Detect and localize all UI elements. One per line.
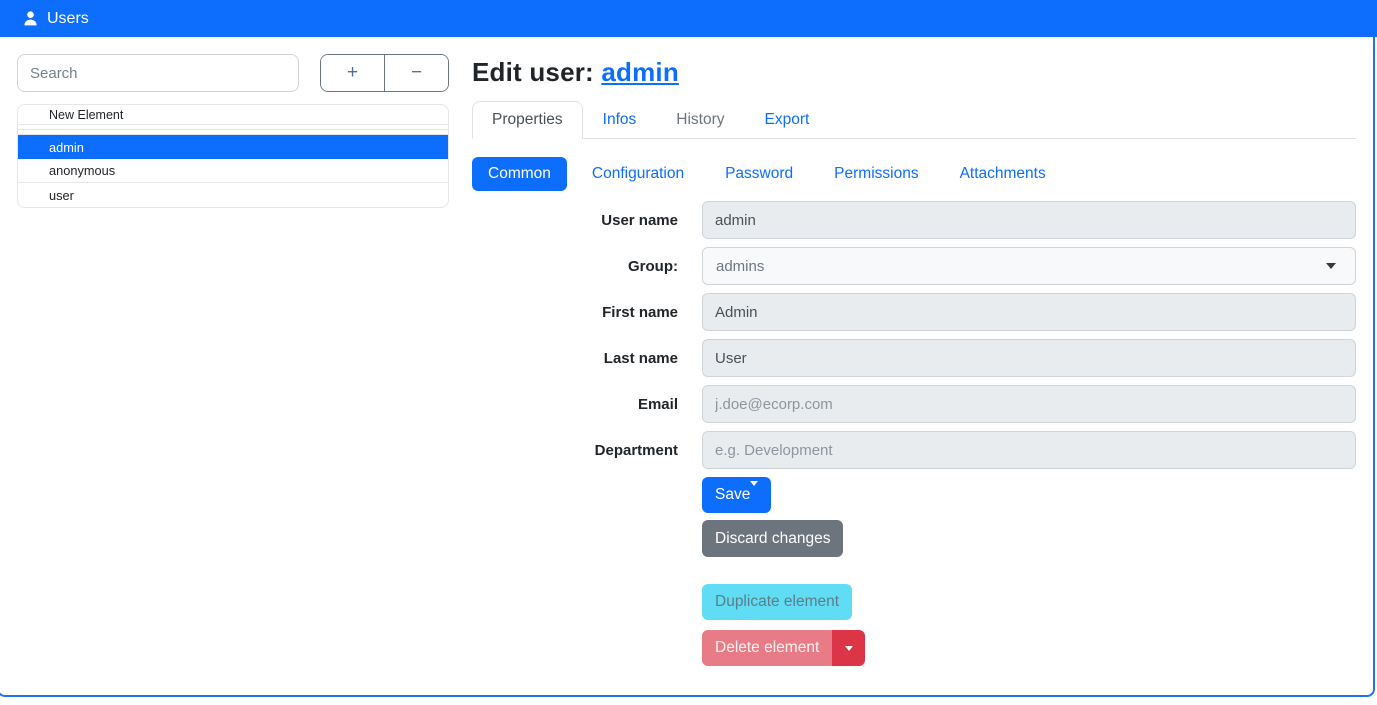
add-remove-button-group: + −	[320, 54, 449, 92]
group-select-value: admins	[716, 258, 764, 275]
list-item-new-element[interactable]: New Element	[18, 105, 448, 125]
chevron-down-icon	[1326, 263, 1336, 269]
group-label: Group:	[472, 258, 702, 275]
list-item-admin[interactable]: admin	[18, 135, 448, 159]
pill-configuration[interactable]: Configuration	[576, 157, 700, 191]
page-title: Edit user: admin	[472, 57, 1356, 88]
delete-element-button[interactable]: Delete element	[702, 630, 832, 666]
save-button-label: Save	[715, 486, 750, 503]
pill-permissions[interactable]: Permissions	[818, 157, 934, 191]
firstname-field[interactable]	[702, 293, 1356, 331]
main-panel: Edit user: admin Properties Infos Histor…	[467, 54, 1373, 695]
add-element-button[interactable]: +	[321, 55, 384, 91]
group-select[interactable]: admins	[702, 247, 1356, 285]
discard-changes-button[interactable]: Discard changes	[702, 520, 843, 557]
save-button[interactable]: Save	[702, 477, 771, 513]
search-input[interactable]	[17, 54, 299, 92]
username-field[interactable]	[702, 201, 1356, 239]
form-actions: Save Discard changes Duplicate element D…	[702, 477, 1356, 666]
lastname-label: Last name	[472, 350, 702, 367]
page-title-prefix: Edit user:	[472, 57, 601, 87]
tab-history[interactable]: History	[656, 101, 744, 139]
main-tabs: Properties Infos History Export	[472, 101, 1356, 139]
lastname-field[interactable]	[702, 339, 1356, 377]
tab-properties[interactable]: Properties	[472, 101, 583, 139]
email-field[interactable]	[702, 385, 1356, 423]
delete-element-split-button: Delete element	[702, 630, 865, 666]
sidebar: + − New Element admin anonymous user	[17, 54, 467, 695]
chevron-down-icon	[845, 646, 853, 651]
username-label: User name	[472, 212, 702, 229]
edited-user-link[interactable]: admin	[601, 57, 679, 87]
email-label: Email	[472, 396, 702, 413]
element-list: New Element admin anonymous user	[17, 104, 449, 208]
user-form: User name Group: admins First name Last …	[472, 201, 1356, 666]
remove-element-button[interactable]: −	[384, 55, 448, 91]
sub-tabs: Common Configuration Password Permission…	[472, 157, 1356, 191]
duplicate-element-button[interactable]: Duplicate element	[702, 584, 852, 620]
app-title: Users	[47, 10, 89, 28]
department-field[interactable]	[702, 431, 1356, 469]
list-item-anonymous[interactable]: anonymous	[18, 159, 448, 183]
user-icon	[22, 10, 39, 27]
tab-export[interactable]: Export	[745, 101, 830, 139]
delete-dropdown-toggle[interactable]	[832, 630, 865, 666]
tab-infos[interactable]: Infos	[583, 101, 657, 139]
department-label: Department	[472, 442, 702, 459]
pill-common[interactable]: Common	[472, 157, 567, 191]
pill-attachments[interactable]: Attachments	[944, 157, 1062, 191]
list-item-user[interactable]: user	[18, 183, 448, 207]
chevron-down-icon	[750, 481, 758, 503]
firstname-label: First name	[472, 304, 702, 321]
app-navbar: Users	[0, 0, 1377, 37]
pill-password[interactable]: Password	[709, 157, 809, 191]
app-frame: + − New Element admin anonymous user Edi…	[0, 37, 1375, 697]
